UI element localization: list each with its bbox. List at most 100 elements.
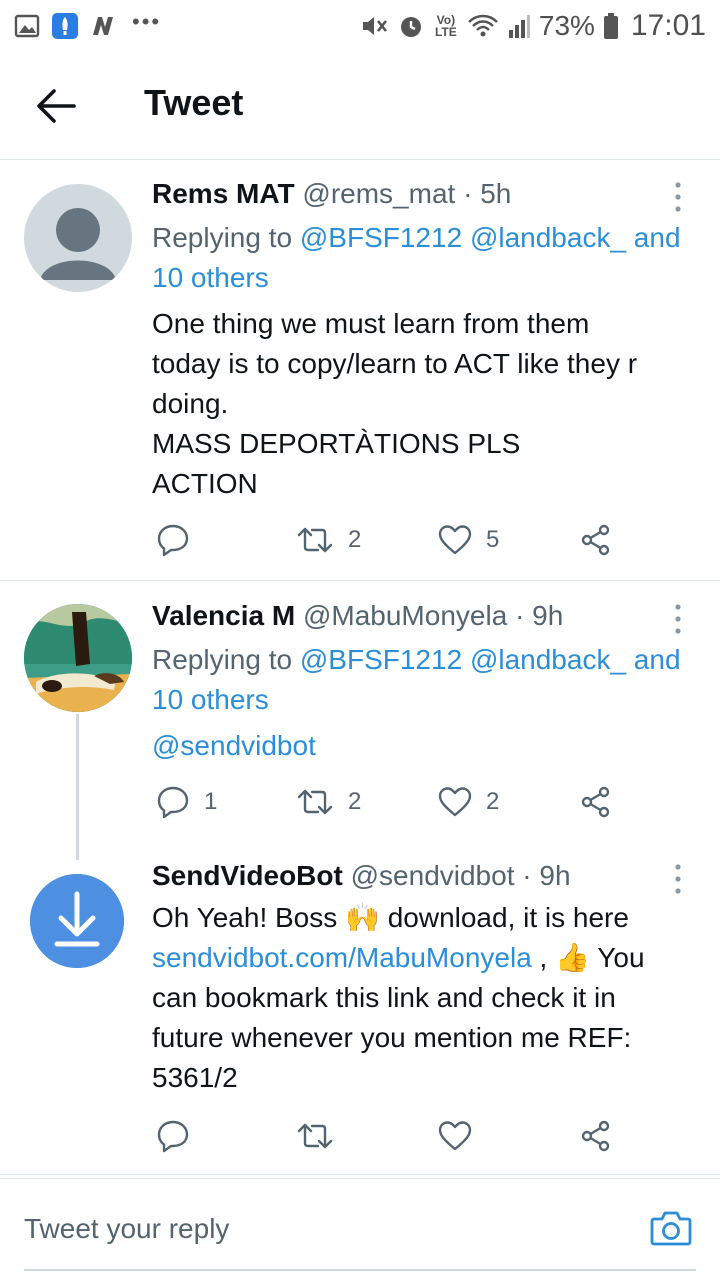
thread-line bbox=[76, 714, 79, 860]
reply-button[interactable]: 1 bbox=[156, 782, 217, 822]
tweet-line: ACTION bbox=[152, 468, 258, 499]
reply-icon bbox=[157, 524, 189, 557]
retweet-button[interactable]: 2 bbox=[296, 782, 361, 822]
tweet-line: sendvidbot.com/MabuMonyela , 👍 You bbox=[152, 938, 692, 978]
share-button[interactable] bbox=[580, 1116, 612, 1156]
reply-button[interactable] bbox=[156, 520, 190, 560]
tweet-time: 9h bbox=[532, 600, 564, 631]
battery-icon bbox=[603, 13, 618, 39]
tweet-line: today is to copy/learn to ACT like they … bbox=[152, 348, 638, 379]
avatar-valencia[interactable] bbox=[24, 604, 132, 712]
wifi-icon bbox=[468, 14, 498, 37]
tweet-actions bbox=[152, 1116, 632, 1156]
gallery-icon bbox=[14, 14, 40, 38]
reply-composer: Tweet your reply bbox=[0, 1178, 720, 1280]
default-user-icon bbox=[40, 208, 116, 280]
reply-input-underline bbox=[24, 1269, 696, 1271]
raising-hands-emoji: 🙌 bbox=[345, 902, 380, 933]
share-button[interactable] bbox=[580, 520, 612, 560]
alarm-icon bbox=[400, 17, 421, 37]
external-link[interactable]: sendvidbot.com/MabuMonyela bbox=[152, 942, 532, 973]
tweet-actions: 1 2 2 bbox=[152, 782, 632, 822]
camera-icon[interactable] bbox=[650, 1209, 692, 1247]
retweet-count: 2 bbox=[348, 526, 362, 553]
mute-icon bbox=[362, 17, 387, 35]
replying-to: Replying to @BFSF1212 @landback_ and 10 … bbox=[152, 218, 692, 298]
avatar-default[interactable] bbox=[24, 184, 132, 292]
clock: 17:01 bbox=[630, 9, 706, 42]
retweet-button[interactable]: 2 bbox=[296, 520, 361, 560]
like-count: 5 bbox=[486, 526, 500, 553]
tweet-line: Oh Yeah! Boss 🙌 download, it is here bbox=[152, 898, 692, 938]
artwork-avatar-image bbox=[24, 604, 132, 712]
n-app-icon bbox=[93, 17, 113, 35]
mention-link[interactable]: @sendvidbot bbox=[152, 730, 316, 761]
tweet-line: doing. bbox=[152, 388, 229, 419]
display-name[interactable]: Valencia M bbox=[152, 600, 295, 631]
status-bar: ••• Vo) LTE 73% 17:01 bbox=[0, 0, 720, 52]
tweet-line: MASS DEPORTÀTIONS PLS bbox=[152, 428, 521, 459]
tweet-actions: 2 5 bbox=[152, 520, 632, 560]
like-count: 2 bbox=[486, 788, 500, 815]
reply-input[interactable]: Tweet your reply bbox=[24, 1213, 229, 1245]
share-icon bbox=[581, 524, 610, 556]
separator-dot: · bbox=[522, 860, 532, 891]
tweet-text: One thing we must learn from them today … bbox=[152, 304, 692, 504]
heart-icon bbox=[438, 1121, 472, 1151]
battery-percent: 73% bbox=[538, 10, 595, 41]
share-button[interactable] bbox=[580, 782, 612, 822]
header: Tweet bbox=[0, 52, 720, 160]
heart-icon bbox=[438, 525, 472, 555]
tweet-text-part: Oh Yeah! Boss bbox=[152, 902, 338, 933]
reply-count: 1 bbox=[204, 788, 218, 815]
more-options-icon[interactable] bbox=[666, 602, 690, 636]
mention-link[interactable]: @landback_ bbox=[470, 644, 626, 675]
more-options-icon[interactable] bbox=[666, 180, 690, 214]
username: @MabuMonyela bbox=[302, 600, 508, 631]
retweet-count: 2 bbox=[348, 788, 362, 815]
tweet-header: SendVideoBot @sendvidbot · 9h bbox=[152, 858, 692, 894]
reply-and[interactable]: and bbox=[634, 222, 681, 253]
tweet-sendvideobot[interactable]: SendVideoBot @sendvidbot · 9h Oh Yeah! B… bbox=[0, 852, 720, 1174]
like-button[interactable]: 5 bbox=[438, 520, 499, 560]
separator-dot: · bbox=[515, 600, 525, 631]
more-notifications-icon: ••• bbox=[132, 9, 162, 34]
retweet-icon bbox=[297, 1123, 333, 1149]
like-button[interactable] bbox=[438, 1116, 472, 1156]
mention-link[interactable]: @landback_ bbox=[470, 222, 626, 253]
replying-prefix: Replying to bbox=[152, 644, 293, 675]
more-options-icon[interactable] bbox=[666, 862, 690, 896]
reply-and[interactable]: and bbox=[634, 644, 681, 675]
like-button[interactable]: 2 bbox=[438, 782, 499, 822]
others-link[interactable]: 10 others bbox=[152, 262, 269, 293]
display-name[interactable]: Rems MAT bbox=[152, 178, 295, 209]
avatar-sendvideobot[interactable] bbox=[30, 874, 124, 968]
back-arrow-icon[interactable] bbox=[34, 86, 78, 126]
share-icon bbox=[581, 786, 610, 818]
replying-prefix: Replying to bbox=[152, 222, 293, 253]
divider bbox=[0, 580, 720, 581]
reply-icon bbox=[157, 1120, 189, 1153]
thumbs-up-emoji: 👍 bbox=[555, 942, 590, 973]
mention-link[interactable]: @BFSF1212 bbox=[300, 644, 462, 675]
tweet-valencia-m[interactable]: Valencia M @MabuMonyela · 9h Replying to… bbox=[0, 582, 720, 860]
mention-link[interactable]: @BFSF1212 bbox=[300, 222, 462, 253]
signal-icon bbox=[508, 15, 530, 38]
tweet-rems-mat[interactable]: Rems MAT @rems_mat · 5h Replying to @BFS… bbox=[0, 160, 720, 580]
username: @rems_mat bbox=[302, 178, 456, 209]
others-link[interactable]: 10 others bbox=[152, 684, 269, 715]
replying-to: Replying to @BFSF1212 @landback_ and 10 … bbox=[152, 640, 692, 720]
tweet-line: future whenever you mention me REF: bbox=[152, 1022, 632, 1053]
reply-button[interactable] bbox=[156, 1116, 190, 1156]
reply-icon bbox=[157, 786, 189, 819]
tweet-text-part: You bbox=[597, 942, 645, 973]
tweet-time: 5h bbox=[480, 178, 512, 209]
share-icon bbox=[581, 1120, 610, 1152]
retweet-icon bbox=[297, 789, 333, 815]
tweet-time: 9h bbox=[539, 860, 571, 891]
retweet-button[interactable] bbox=[296, 1116, 334, 1156]
display-name[interactable]: SendVideoBot bbox=[152, 860, 343, 891]
separator-dot: · bbox=[463, 178, 473, 209]
tweet-text-part: download, it is here bbox=[387, 902, 629, 933]
network-label: Vo) LTE bbox=[434, 13, 457, 39]
